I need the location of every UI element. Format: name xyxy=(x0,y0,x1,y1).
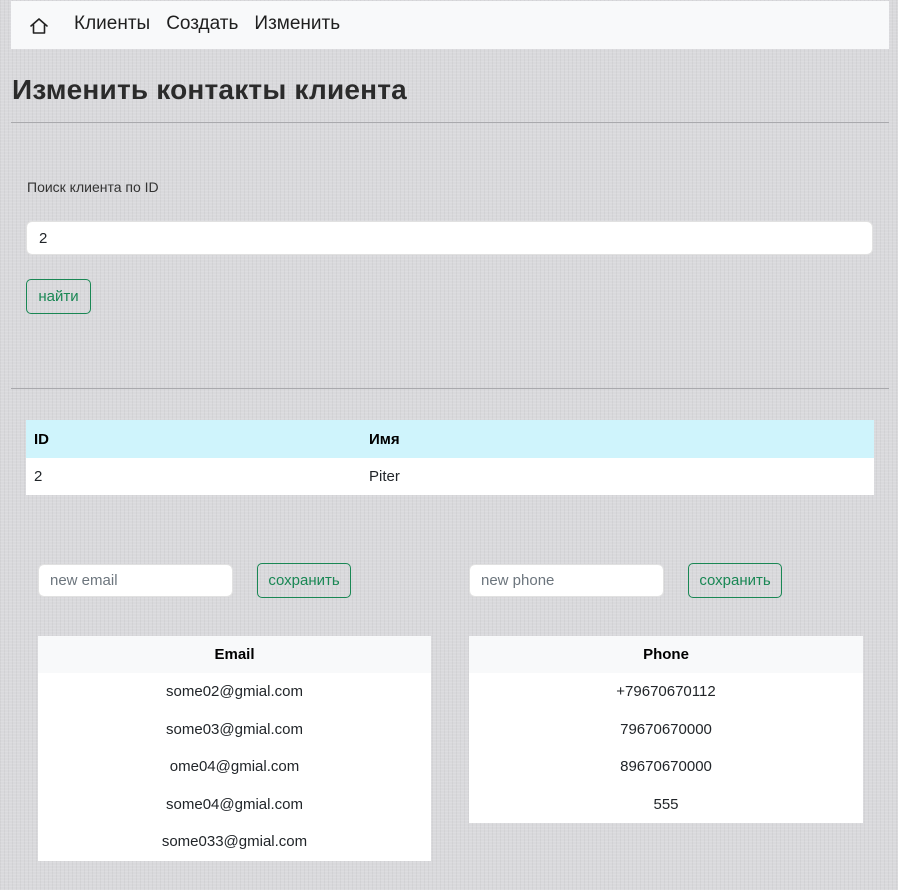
phone-cell: 89670670000 xyxy=(469,748,863,786)
table-row: some03@gmial.com xyxy=(38,710,431,748)
client-id-cell: 2 xyxy=(26,458,361,495)
client-table-header-name: Имя xyxy=(361,420,874,458)
email-cell: some033@gmial.com xyxy=(38,823,431,861)
table-row: some04@gmial.com xyxy=(38,785,431,823)
client-table-header-row: ID Имя xyxy=(26,420,874,458)
table-row: ome04@gmial.com xyxy=(38,748,431,786)
table-row: 79670670000 xyxy=(469,710,863,748)
email-table-header: Email xyxy=(38,636,431,673)
email-table: Email some02@gmial.com some03@gmial.com … xyxy=(38,636,431,861)
table-row: some033@gmial.com xyxy=(38,823,431,861)
email-cell: some03@gmial.com xyxy=(38,710,431,748)
phone-table: Phone +79670670112 79670670000 896706700… xyxy=(469,636,863,823)
email-cell: ome04@gmial.com xyxy=(38,748,431,786)
table-row: +79670670112 xyxy=(469,673,863,711)
email-table-header-row: Email xyxy=(38,636,431,673)
table-row: some02@gmial.com xyxy=(38,673,431,711)
phone-cell: 555 xyxy=(469,785,863,823)
phone-table-header-row: Phone xyxy=(469,636,863,673)
page-title: Изменить контакты клиента xyxy=(12,74,407,105)
table-row: 89670670000 xyxy=(469,748,863,786)
client-id-search-input[interactable] xyxy=(26,221,873,255)
divider-middle xyxy=(11,388,889,389)
phone-table-header: Phone xyxy=(469,636,863,673)
nav-link-create[interactable]: Создать xyxy=(166,13,238,35)
client-table-header-id: ID xyxy=(26,420,361,458)
search-label: Поиск клиента по ID xyxy=(27,179,159,195)
client-table: ID Имя 2 Piter xyxy=(26,420,874,495)
new-phone-input[interactable] xyxy=(469,564,664,597)
nav-link-clients[interactable]: Клиенты xyxy=(74,13,150,35)
table-row: 555 xyxy=(469,785,863,823)
divider-top xyxy=(11,122,889,123)
email-cell: some02@gmial.com xyxy=(38,673,431,711)
save-email-button[interactable]: сохранить xyxy=(257,563,351,598)
home-icon[interactable] xyxy=(29,16,51,38)
find-button[interactable]: найти xyxy=(26,279,91,314)
nav-links: Клиенты Создать Изменить xyxy=(74,13,356,35)
table-row: 2 Piter xyxy=(26,458,874,495)
phone-cell: +79670670112 xyxy=(469,673,863,711)
top-navbar: Клиенты Создать Изменить xyxy=(11,1,889,49)
email-cell: some04@gmial.com xyxy=(38,785,431,823)
client-name-cell: Piter xyxy=(361,458,874,495)
save-phone-button[interactable]: сохранить xyxy=(688,563,782,598)
new-email-input[interactable] xyxy=(38,564,233,597)
phone-cell: 79670670000 xyxy=(469,710,863,748)
nav-link-edit[interactable]: Изменить xyxy=(254,13,340,35)
